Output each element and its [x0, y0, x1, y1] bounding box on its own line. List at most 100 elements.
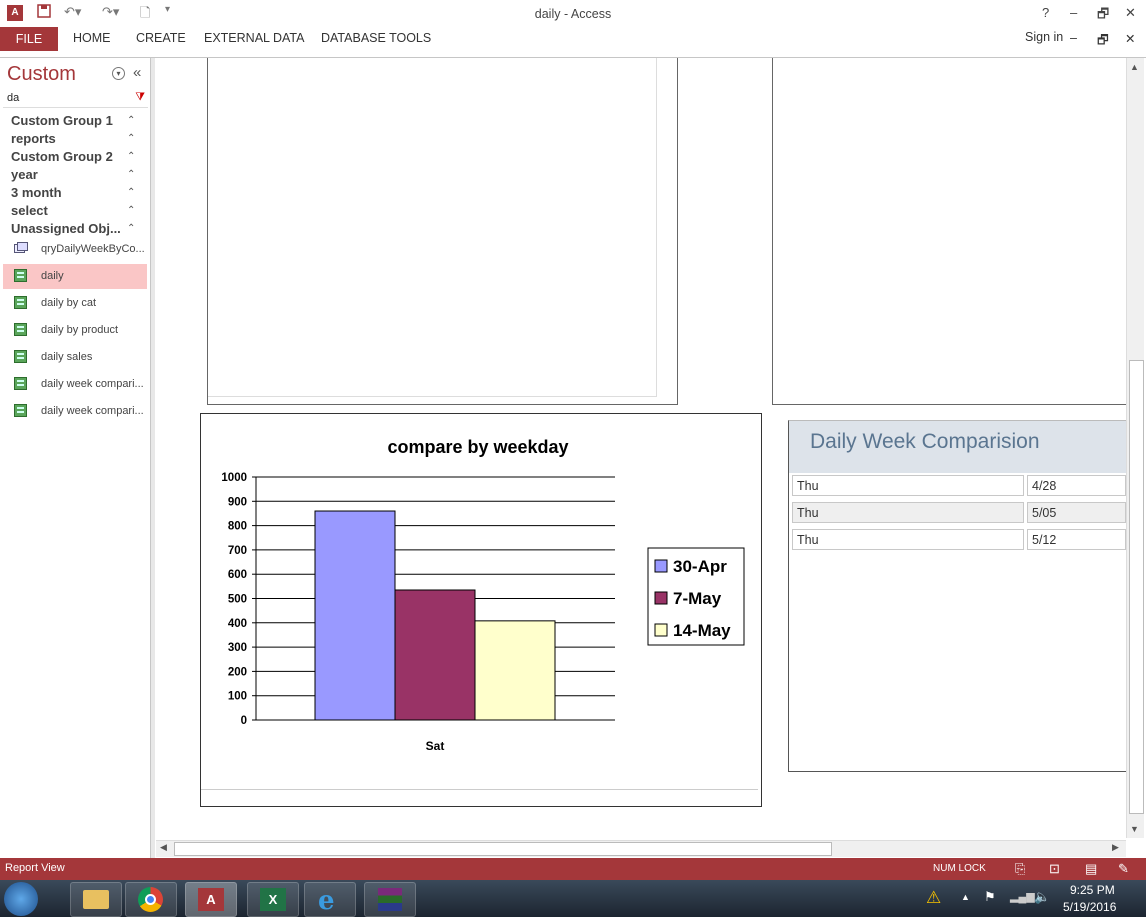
report-panel-top-left — [207, 58, 678, 405]
internet-explorer-icon[interactable]: e — [304, 882, 356, 917]
start-button-icon[interactable] — [4, 882, 38, 916]
report-icon — [14, 377, 27, 390]
collapse-group-icon[interactable]: ⌃ — [127, 223, 135, 234]
warning-tray-icon[interactable]: ⚠ — [926, 888, 941, 908]
subreport-header: Daily Week Comparision — [789, 421, 1127, 473]
nav-object-item[interactable]: qryDailyWeekByCo... — [3, 237, 147, 262]
clear-filter-icon[interactable]: ⧩ — [135, 91, 145, 104]
report-icon — [14, 350, 27, 363]
legend-label: 30-Apr — [673, 557, 727, 576]
restore-button[interactable]: 🗗 — [1097, 5, 1109, 27]
doc-restore-button[interactable]: 🗗 — [1097, 31, 1109, 52]
table-row: Thu 5/05 — [789, 500, 1126, 526]
nav-group-header[interactable]: select — [11, 203, 48, 218]
nav-object-label: daily — [41, 270, 64, 282]
doc-minimize-button[interactable]: – — [1070, 31, 1077, 45]
collapse-group-icon[interactable]: ⌃ — [127, 115, 135, 126]
report-icon — [14, 269, 27, 282]
windows-taskbar: A X e ⚠ ▲ ⚑ ▂▄▆ 🔈 9:25 PM 5/19/2016 — [0, 880, 1146, 917]
action-center-flag-icon[interactable]: ⚑ — [984, 889, 996, 905]
collapse-group-icon[interactable]: ⌃ — [127, 151, 135, 162]
collapse-group-icon[interactable]: ⌃ — [127, 133, 135, 144]
report-icon — [14, 323, 27, 336]
title-bar: A ↶▾ ↷▾ 🗋 ▾ daily - Access ? – 🗗 ✕ — [0, 0, 1146, 27]
ribbon-tabs: FILE HOME CREATE EXTERNAL DATA DATABASE … — [0, 27, 1146, 51]
tab-create[interactable]: CREATE — [136, 31, 186, 45]
nav-object-label: daily week compari... — [41, 405, 144, 417]
x-category-label: Sat — [426, 739, 445, 753]
nav-object-label: daily by product — [41, 324, 119, 336]
help-button[interactable]: ? — [1042, 5, 1049, 20]
y-tick-label: 900 — [228, 496, 247, 508]
close-button[interactable]: ✕ — [1125, 5, 1136, 21]
clock-time[interactable]: 9:25 PM — [1070, 883, 1115, 897]
tab-file[interactable]: FILE — [0, 27, 58, 51]
nav-object-item[interactable]: daily sales — [3, 345, 147, 370]
report-panel-top-right — [772, 58, 1127, 405]
nav-search-input[interactable]: da ⧩ — [3, 91, 148, 108]
nav-object-item[interactable]: daily by product — [3, 318, 147, 343]
y-tick-label: 400 — [228, 618, 247, 630]
scroll-right-icon[interactable]: ▶ — [1112, 842, 1119, 853]
winrar-icon[interactable] — [364, 882, 416, 917]
day-cell: Thu — [792, 529, 1024, 550]
collapse-group-icon[interactable]: ⌃ — [127, 169, 135, 180]
nav-group-header[interactable]: Unassigned Obj... — [11, 221, 121, 236]
design-view-icon[interactable]: ✎ — [1118, 861, 1129, 877]
report-view-icon[interactable]: ⎘ — [1015, 861, 1025, 877]
nav-object-label: daily week compari... — [41, 378, 144, 390]
volume-icon[interactable]: 🔈 — [1034, 889, 1050, 905]
y-tick-label: 200 — [228, 666, 247, 678]
legend-label: 7-May — [673, 589, 722, 608]
y-tick-label: 700 — [228, 545, 247, 557]
table-row: Thu 5/12 — [789, 527, 1126, 553]
nav-group-header[interactable]: Custom Group 2 — [11, 149, 113, 164]
navigation-pane: Custom ▾ « da ⧩ Custom Group 1 ⌃ reports ⌃ C… — [0, 58, 151, 858]
excel-icon[interactable]: X — [247, 882, 299, 917]
nav-object-item[interactable]: daily by cat — [3, 291, 147, 316]
nav-search-value: da — [7, 92, 20, 104]
file-explorer-icon[interactable] — [70, 882, 122, 917]
y-tick-label: 100 — [228, 691, 247, 703]
vertical-scrollbar[interactable]: ▲ ▼ — [1126, 58, 1144, 838]
legend-label: 14-May — [673, 621, 731, 640]
show-hidden-icons-icon[interactable]: ▲ — [961, 892, 970, 902]
network-icon[interactable]: ▂▄▆ — [1010, 890, 1035, 903]
bar-30-Apr — [314, 510, 396, 721]
nav-pane-title[interactable]: Custom — [7, 63, 76, 86]
horizontal-scrollbar[interactable]: ◀ ▶ — [156, 840, 1126, 857]
nav-object-label: qryDailyWeekByCo... — [41, 243, 145, 255]
status-view-label: Report View — [5, 862, 65, 874]
tab-home[interactable]: HOME — [73, 31, 111, 45]
nav-group-header[interactable]: 3 month — [11, 185, 62, 200]
nav-group-header[interactable]: reports — [11, 131, 56, 146]
horizontal-scroll-thumb[interactable] — [174, 842, 832, 856]
nav-group-header[interactable]: year — [11, 167, 38, 182]
date-cell: 5/12 — [1027, 529, 1126, 550]
y-tick-label: 1000 — [221, 472, 247, 484]
minimize-button[interactable]: – — [1070, 5, 1077, 20]
scroll-down-icon[interactable]: ▼ — [1130, 824, 1139, 834]
collapse-group-icon[interactable]: ⌃ — [127, 187, 135, 198]
scroll-up-icon[interactable]: ▲ — [1130, 62, 1139, 72]
table-row: Thu 4/28 — [789, 473, 1126, 499]
collapse-group-icon[interactable]: ⌃ — [127, 205, 135, 216]
collapse-pane-icon[interactable]: « — [133, 64, 141, 81]
scroll-left-icon[interactable]: ◀ — [160, 842, 167, 853]
vertical-scroll-thumb[interactable] — [1129, 360, 1144, 814]
nav-object-item[interactable]: daily week compari... — [3, 399, 147, 424]
tab-external-data[interactable]: EXTERNAL DATA — [204, 31, 304, 45]
tab-database-tools[interactable]: DATABASE TOOLS — [321, 31, 431, 45]
nav-menu-dropdown-icon[interactable]: ▾ — [112, 67, 125, 80]
doc-close-button[interactable]: ✕ — [1125, 31, 1135, 46]
nav-object-label: daily sales — [41, 351, 93, 363]
access-taskbar-icon[interactable]: A — [185, 882, 237, 917]
print-preview-view-icon[interactable]: ⊡ — [1049, 861, 1060, 877]
nav-object-item[interactable]: daily week compari... — [3, 372, 147, 397]
nav-group-header[interactable]: Custom Group 1 — [11, 113, 113, 128]
nav-object-item[interactable]: daily — [3, 264, 147, 289]
layout-view-icon[interactable]: ▤ — [1085, 861, 1097, 877]
chrome-icon[interactable] — [125, 882, 177, 917]
sign-in-link[interactable]: Sign in — [1025, 30, 1063, 44]
clock-date[interactable]: 5/19/2016 — [1063, 900, 1116, 914]
